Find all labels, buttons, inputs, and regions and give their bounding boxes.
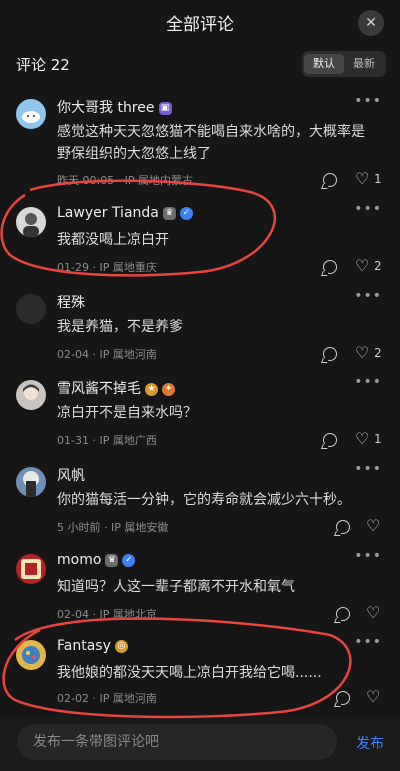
username[interactable]: 你大哥我 three ▣: [57, 97, 172, 117]
comment-meta: 02-04 · IP 属地北京: [57, 608, 157, 621]
comment-count: 评论 22: [16, 56, 70, 74]
heart-icon: ♡: [366, 516, 381, 535]
more-options-icon[interactable]: •••: [354, 93, 382, 109]
verified-badge-icon: ✓: [179, 206, 193, 220]
heart-icon: ♡: [355, 429, 370, 448]
more-options-icon[interactable]: •••: [354, 201, 382, 217]
avatar[interactable]: [16, 294, 46, 324]
level-badge-icon: ★: [145, 382, 158, 396]
reply-icon[interactable]: [323, 173, 337, 187]
page-title: 全部评论: [166, 15, 234, 35]
username[interactable]: 风帆: [57, 465, 85, 485]
sort-toggle: 默认 最新: [302, 51, 386, 77]
sort-latest-button[interactable]: 最新: [344, 54, 384, 74]
like-count: 2: [374, 259, 382, 273]
reply-icon[interactable]: [336, 691, 350, 705]
level-badge-icon: ◎: [114, 639, 128, 653]
member-badge-icon: ▣: [158, 101, 172, 115]
reply-icon[interactable]: [336, 607, 350, 621]
close-button[interactable]: ✕: [358, 10, 384, 36]
header: 全部评论 ✕: [0, 0, 400, 44]
heart-icon: ♡: [355, 169, 370, 188]
more-options-icon[interactable]: •••: [354, 374, 382, 390]
like-count: 2: [374, 346, 382, 360]
avatar[interactable]: [16, 207, 46, 237]
heart-icon: ♡: [355, 256, 370, 275]
comment-input-bar: 发布: [0, 716, 400, 771]
avatar[interactable]: [16, 467, 46, 497]
avatar[interactable]: [16, 99, 46, 129]
avatar[interactable]: [16, 554, 46, 584]
like-count: 1: [374, 172, 382, 186]
heart-icon: ♡: [355, 343, 370, 362]
comment-meta: 02-04 · IP 属地河南: [57, 348, 157, 361]
level-badge-icon: ♛: [105, 553, 119, 567]
reply-icon[interactable]: [336, 520, 350, 534]
username[interactable]: 雪风酱不掉毛 ★ ✦: [57, 378, 175, 398]
comment-meta: 01-31 · IP 属地广西: [57, 434, 157, 447]
comment-text: 我他娘的都没天天喝上凉白开我给它喝......: [57, 665, 322, 681]
comment-meta: 昨天 00:05 · IP 属地内蒙古: [57, 174, 194, 187]
more-options-icon[interactable]: •••: [354, 288, 382, 304]
heart-icon: ♡: [366, 603, 381, 622]
publish-button[interactable]: 发布: [356, 733, 384, 753]
username[interactable]: Fantasy ◎: [57, 638, 128, 654]
sort-default-button[interactable]: 默认: [304, 54, 344, 74]
comment-text: 你的猫每活一分钟，它的寿命就会减少六十秒。: [57, 492, 351, 508]
avatar[interactable]: [16, 640, 46, 670]
username[interactable]: 程殊: [57, 292, 85, 312]
avatar[interactable]: [16, 380, 46, 410]
verified-badge-icon: ✓: [122, 553, 136, 567]
username[interactable]: Lawyer Tianda ♛ ✓: [57, 205, 193, 221]
heart-icon: ♡: [366, 687, 381, 706]
close-icon: ✕: [365, 15, 377, 31]
username[interactable]: momo ♛ ✓: [57, 552, 136, 568]
more-options-icon[interactable]: •••: [354, 634, 382, 650]
more-options-icon[interactable]: •••: [354, 461, 382, 477]
comment-meta: 5 小时前 · IP 属地安徽: [57, 521, 169, 534]
like-count: 1: [374, 432, 382, 446]
comment-input-wrapper: [17, 724, 337, 760]
reply-icon[interactable]: [323, 260, 337, 274]
comment-text: 知道吗？人这一辈子都离不开水和氧气: [57, 579, 295, 595]
reply-icon[interactable]: [323, 433, 337, 447]
comment-meta: 02-02 · IP 属地河南: [57, 692, 157, 705]
comment-text: 我是养猫，不是养爹: [57, 319, 183, 335]
more-options-icon[interactable]: •••: [354, 548, 382, 564]
comment-meta: 01-29 · IP 属地重庆: [57, 261, 157, 274]
comment-input[interactable]: [17, 724, 337, 760]
reply-icon[interactable]: [323, 347, 337, 361]
comment-text: 感觉这种天天忽悠猫不能喝自来水啥的，大概率是野保组织的大忽悠上线了: [57, 124, 365, 162]
creator-badge-icon: ✦: [162, 382, 175, 396]
comments-subheader: 评论 22 默认 最新: [0, 48, 400, 80]
comment-text: 凉白开不是自来水吗？: [57, 405, 197, 421]
level-badge-icon: ♛: [162, 206, 176, 220]
comment-text: 我都没喝上凉白开: [57, 232, 169, 248]
